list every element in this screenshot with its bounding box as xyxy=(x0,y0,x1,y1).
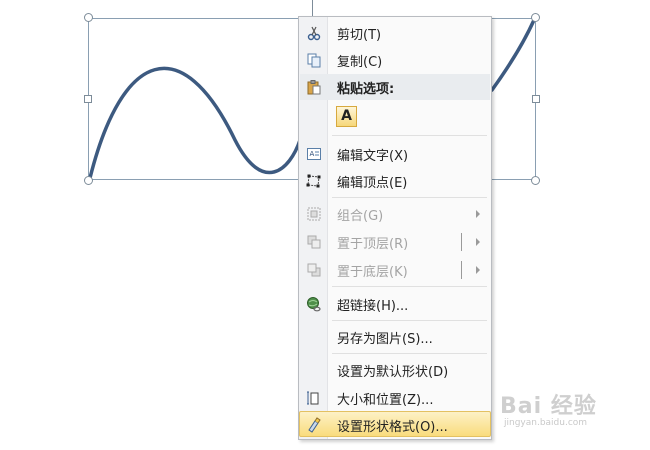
send-to-back-icon xyxy=(307,263,321,277)
menu-item-label: 设置为默认形状(D) xyxy=(337,365,449,380)
bring-to-front-icon xyxy=(307,235,321,249)
menu-item-label: 另存为图片(S)... xyxy=(337,332,433,347)
watermark-logo-text: Bai 经验 xyxy=(500,394,597,419)
submenu-arrow-icon xyxy=(476,210,480,218)
menu-item-set-default-shape[interactable]: 设置为默认形状(D) xyxy=(300,357,490,383)
edit-text-icon: A xyxy=(307,148,321,160)
copy-icon xyxy=(307,53,321,68)
svg-text:A: A xyxy=(310,150,315,158)
split-divider xyxy=(461,261,462,279)
menu-separator xyxy=(332,197,487,198)
menu-item-label: 复制(C) xyxy=(337,55,383,70)
menu-item-label: 设置形状格式(O)... xyxy=(337,420,448,435)
submenu-arrow-icon xyxy=(476,266,480,274)
menu-item-hyperlink[interactable]: 超链接(H)... xyxy=(300,291,490,317)
watermark-url: jingyan.baidu.com xyxy=(504,418,588,428)
split-divider xyxy=(461,233,462,251)
resize-handle-top-left[interactable] xyxy=(84,13,93,22)
menu-item-format-shape[interactable]: 设置形状格式(O)... xyxy=(299,411,491,437)
menu-item-label: 剪切(T) xyxy=(337,28,382,43)
menu-item-label: 编辑顶点(E) xyxy=(337,176,408,191)
menu-item-label: 组合(G) xyxy=(337,209,384,224)
resize-handle-top-right[interactable] xyxy=(531,13,540,22)
menu-item-save-as-picture[interactable]: 另存为图片(S)... xyxy=(300,324,490,350)
resize-handle-middle-left[interactable] xyxy=(84,95,92,103)
watermark: Bai 经验 jingyan.baidu.com xyxy=(500,388,597,428)
menu-item-label: 编辑文字(X) xyxy=(337,149,409,164)
wave-curve xyxy=(88,66,302,180)
group-icon xyxy=(307,207,321,221)
menu-section-paste-options: 粘贴选项: xyxy=(300,74,490,100)
menu-item-send-to-back: 置于底层(K) xyxy=(300,257,490,283)
menu-item-label: 超链接(H)... xyxy=(337,299,409,314)
menu-item-cut[interactable]: 剪切(T) xyxy=(300,20,490,46)
paste-text-only-icon[interactable]: A xyxy=(336,106,357,127)
menu-separator xyxy=(332,353,487,354)
menu-separator xyxy=(332,135,487,136)
menu-separator xyxy=(332,286,487,287)
context-menu: 剪切(T) 复制(C) 粘贴选项: A A 编辑文字(X) 编辑顶点(E) 组合… xyxy=(298,16,492,440)
menu-item-copy[interactable]: 复制(C) xyxy=(300,47,490,73)
scissors-icon xyxy=(307,26,321,41)
paste-icon xyxy=(307,80,321,95)
resize-handle-bottom-left[interactable] xyxy=(84,176,93,185)
submenu-arrow-icon xyxy=(476,238,480,246)
menu-item-edit-points[interactable]: 编辑顶点(E) xyxy=(300,168,490,194)
menu-section-label: 粘贴选项: xyxy=(337,82,395,97)
menu-item-size-and-position[interactable]: 大小和位置(Z)... xyxy=(300,385,490,411)
resize-handle-bottom-right[interactable] xyxy=(531,176,540,185)
menu-item-label: 大小和位置(Z)... xyxy=(337,393,434,408)
menu-item-label: 置于底层(K) xyxy=(337,265,408,280)
menu-item-label: 置于顶层(R) xyxy=(337,237,409,252)
menu-item-edit-text[interactable]: A 编辑文字(X) xyxy=(300,141,490,167)
wave-curve-tail xyxy=(490,18,536,92)
edit-points-icon xyxy=(306,174,321,188)
menu-item-group: 组合(G) xyxy=(300,201,490,227)
size-position-icon xyxy=(307,391,319,405)
menu-separator xyxy=(332,320,487,321)
format-shape-icon xyxy=(308,417,321,433)
resize-handle-middle-right[interactable] xyxy=(532,95,540,103)
hyperlink-icon xyxy=(307,297,321,312)
menu-item-bring-to-front: 置于顶层(R) xyxy=(300,229,490,255)
